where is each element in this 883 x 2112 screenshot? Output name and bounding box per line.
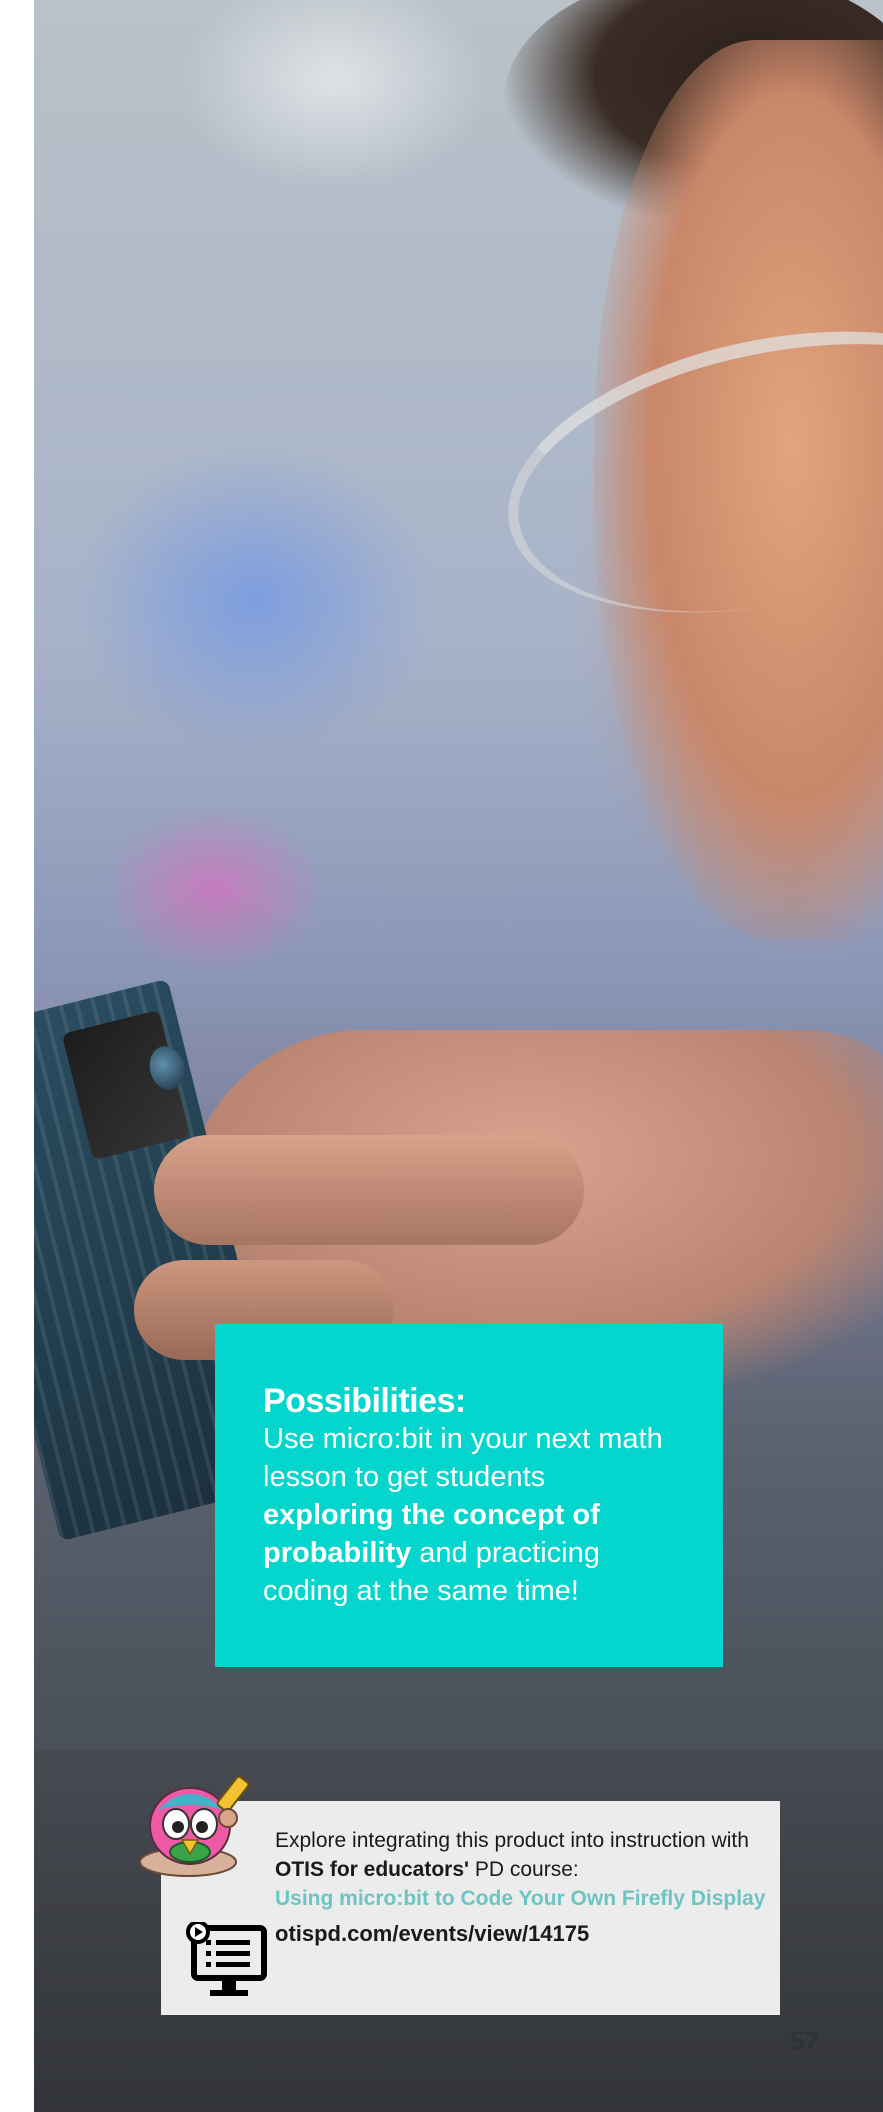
pd-intro-tail: PD course: [469,1858,579,1881]
callout-title: Possibilities: [263,1382,466,1420]
pd-org: OTIS for educators' [275,1858,470,1881]
pd-intro: Explore integrating this product into in… [275,1829,749,1852]
online-course-icon [186,1922,267,1996]
callout-body: Use micro:bit in your next math lesson t… [263,1420,683,1610]
possibilities-callout: Possibilities: Use micro:bit in your nex… [215,1324,723,1667]
otis-mascot-icon [139,1775,250,1877]
callout-text: Use micro:bit in your next math lesson t… [263,1423,663,1493]
pd-course-text: Explore integrating this product into in… [275,1826,775,1948]
pd-course-link[interactable]: Using micro:bit to Code Your Own Firefly… [275,1884,775,1913]
page-number: 57 [790,2026,819,2056]
photo-finger [154,1135,584,1245]
pd-course-url[interactable]: otispd.com/events/view/14175 [275,1919,775,1948]
